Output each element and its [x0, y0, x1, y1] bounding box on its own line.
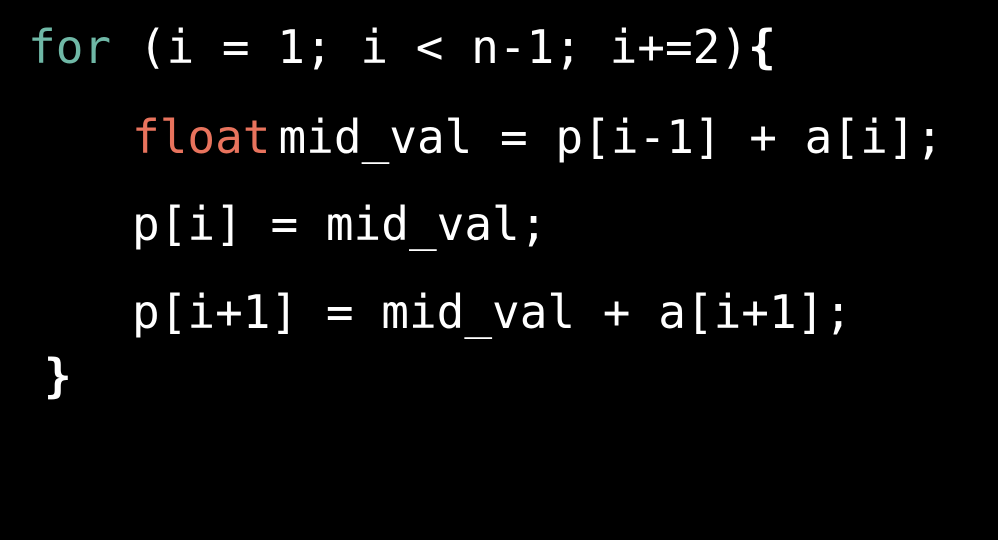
code-line-assign-pi: p[i] = mid_val; — [132, 194, 547, 254]
code-line-assign-pi1: p[i+1] = mid_val + a[i+1]; — [132, 282, 852, 342]
for-keyword: for — [28, 20, 112, 74]
assign-statement-1: p[i] = mid_val; — [132, 197, 548, 251]
code-line-close: } — [44, 346, 72, 406]
opening-brace: { — [748, 20, 776, 74]
assign-statement-2: p[i+1] = mid_val + a[i+1]; — [132, 285, 853, 339]
code-line-for-loop: for (i = 1; i < n-1; i+=2){ — [28, 17, 776, 77]
closing-brace: } — [44, 349, 72, 403]
for-loop-header: (i = 1; i < n-1; i+=2) — [111, 20, 749, 74]
float-keyword: float — [132, 110, 271, 164]
code-snippet: for (i = 1; i < n-1; i+=2){ float mid_val… — [0, 0, 998, 420]
code-line-declaration: float mid_val = p[i-1] + a[i]; — [132, 107, 943, 167]
declaration-statement: mid_val = p[i-1] + a[i]; — [278, 110, 944, 164]
